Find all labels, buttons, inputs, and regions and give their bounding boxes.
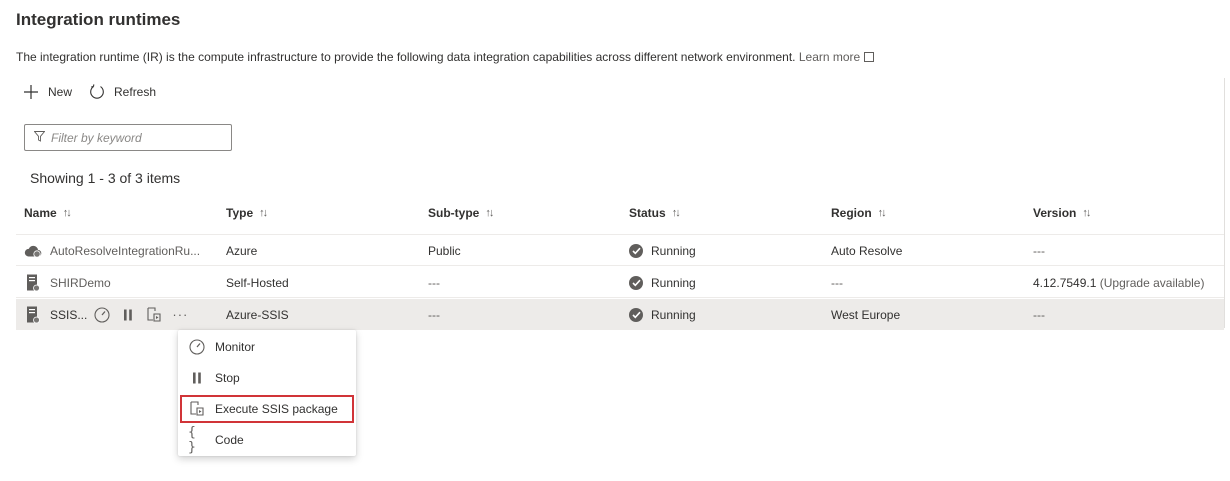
cloud-icon (24, 242, 42, 260)
menu-item-monitor[interactable]: Monitor (180, 333, 354, 361)
sort-icon: ↑↓ (485, 207, 494, 219)
status-cell: Running (629, 299, 696, 330)
column-header-type[interactable]: Type ↑↓ (226, 206, 268, 220)
column-header-region[interactable]: Region ↑↓ (831, 206, 887, 220)
items-count: Showing 1 - 3 of 3 items (30, 170, 181, 186)
column-header-subtype[interactable]: Sub-type ↑↓ (428, 206, 494, 220)
menu-item-stop[interactable]: Stop (180, 364, 354, 392)
status-text: Running (651, 307, 696, 322)
check-circle-icon (629, 275, 643, 290)
type-cell: Self-Hosted (226, 275, 289, 290)
check-circle-icon (629, 307, 643, 322)
name-cell: SSIS... ··· (24, 299, 191, 330)
runtime-name[interactable]: AutoResolveIntegrationRu... (50, 244, 200, 258)
plus-icon (22, 83, 40, 101)
pause-icon[interactable] (117, 304, 139, 326)
pause-icon (188, 369, 206, 387)
table-row-selected[interactable]: SSIS... ··· Azure-SSIS --- Running West … (16, 299, 1224, 330)
type-cell: Azure-SSIS (226, 307, 289, 322)
menu-item-code[interactable]: { } Code (180, 425, 354, 455)
name-cell: SHIRDemo (24, 267, 111, 298)
external-link-icon (864, 52, 875, 62)
menu-item-label: Code (215, 433, 244, 447)
braces-icon: { } (188, 425, 196, 455)
menu-item-label: Execute SSIS package (215, 402, 338, 416)
runtime-name[interactable]: SSIS... (50, 308, 87, 322)
runtime-name[interactable]: SHIRDemo (50, 276, 111, 290)
new-button-label: New (48, 85, 73, 99)
panel-divider (1224, 78, 1225, 328)
refresh-button[interactable]: Refresh (88, 83, 156, 101)
status-cell: Running (629, 267, 696, 298)
status-text: Running (651, 243, 696, 258)
status-text: Running (651, 275, 696, 290)
menu-item-execute-ssis-package[interactable]: Execute SSIS package (180, 395, 354, 423)
description-text: The integration runtime (IR) is the comp… (16, 50, 796, 64)
status-cell: Running (629, 235, 696, 266)
server-icon (24, 274, 42, 292)
menu-item-label: Monitor (215, 340, 256, 354)
region-cell: Auto Resolve (831, 243, 903, 258)
column-header-status[interactable]: Status ↑↓ (629, 206, 681, 220)
region-cell: --- (831, 275, 843, 290)
execute-package-icon[interactable] (143, 304, 165, 326)
table-row[interactable]: SHIRDemo Self-Hosted --- Running --- 4.1… (16, 267, 1224, 298)
learn-more-link[interactable]: Learn more (799, 50, 875, 64)
execute-package-icon (188, 400, 206, 418)
gauge-icon (188, 338, 206, 356)
toolbar: New Refresh (22, 83, 172, 101)
subtype-cell: Public (428, 243, 461, 258)
page-description: The integration runtime (IR) is the comp… (16, 50, 875, 64)
row-context-menu: Monitor Stop Execute SSIS package { } Co… (178, 330, 356, 456)
upgrade-available-note[interactable]: (Upgrade available) (1100, 276, 1205, 290)
ssis-server-icon (24, 306, 42, 324)
sort-icon: ↑↓ (259, 207, 268, 219)
column-header-version[interactable]: Version ↑↓ (1033, 206, 1091, 220)
sort-icon: ↑↓ (671, 207, 681, 219)
sort-icon: ↑↓ (1082, 207, 1091, 219)
filter-box[interactable] (24, 124, 232, 151)
row-actions: ··· (87, 304, 191, 326)
refresh-icon (88, 83, 106, 101)
menu-item-label: Stop (215, 371, 240, 385)
check-circle-icon (629, 243, 643, 258)
column-header-name[interactable]: Name ↑↓ (24, 206, 72, 220)
version-cell: --- (1033, 243, 1045, 258)
filter-icon (33, 129, 46, 147)
subtype-cell: --- (428, 275, 440, 290)
version-number: 4.12.7549.1 (1033, 275, 1097, 290)
region-cell: West Europe (831, 307, 901, 322)
sort-icon: ↑↓ (62, 207, 72, 219)
new-button[interactable]: New (22, 83, 72, 101)
more-icon[interactable]: ··· (169, 304, 191, 326)
gauge-icon[interactable] (91, 304, 113, 326)
sort-icon: ↑↓ (877, 207, 887, 219)
table-row[interactable]: AutoResolveIntegrationRu... Azure Public… (16, 235, 1224, 266)
version-cell: --- (1033, 307, 1045, 322)
refresh-button-label: Refresh (114, 85, 157, 99)
type-cell: Azure (226, 243, 258, 258)
version-cell: 4.12.7549.1 (Upgrade available) (1033, 267, 1204, 298)
subtype-cell: --- (428, 307, 440, 322)
name-cell: AutoResolveIntegrationRu... (24, 235, 200, 266)
page-title: Integration runtimes (16, 10, 181, 29)
filter-input[interactable] (51, 130, 221, 145)
